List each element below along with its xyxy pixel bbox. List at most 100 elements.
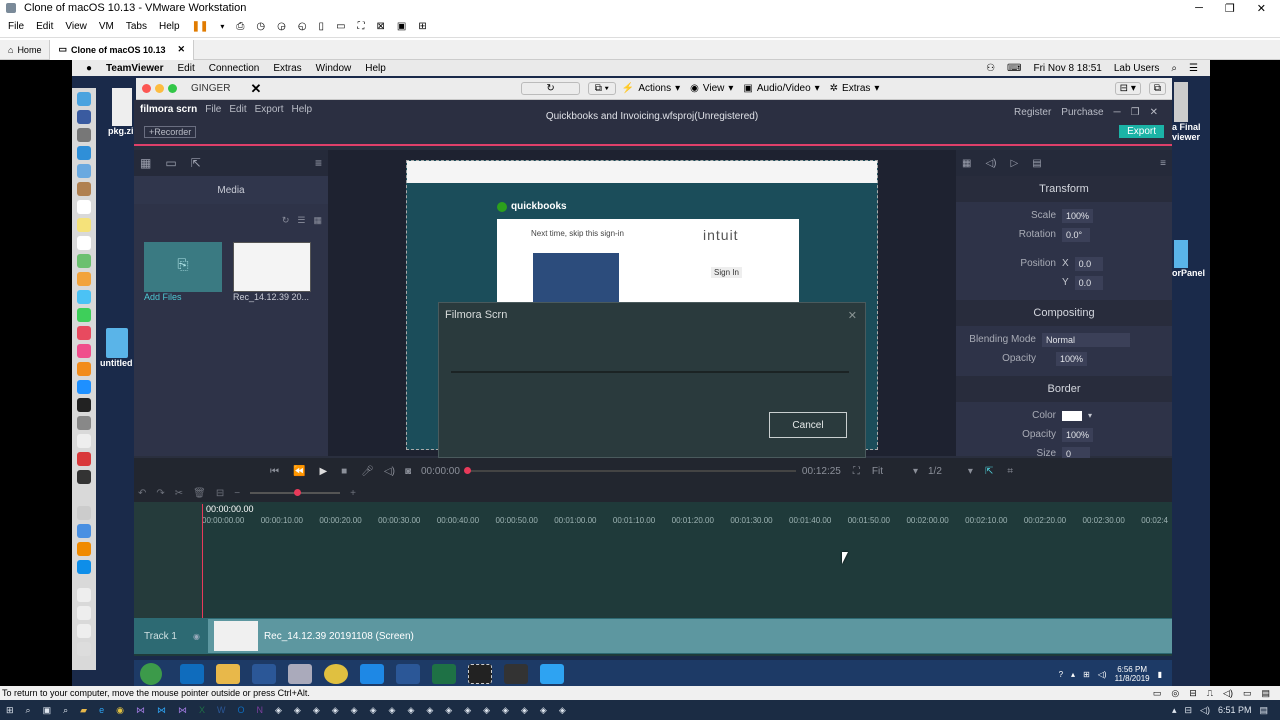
keyboard-icon[interactable]: ⌨ — [1007, 63, 1021, 74]
app-icon[interactable]: ◈ — [370, 705, 377, 716]
appstore-icon[interactable] — [77, 380, 91, 394]
tray-up-icon[interactable]: ▴ — [1071, 670, 1075, 679]
sound-icon[interactable]: ◁) — [1223, 688, 1233, 699]
app-icon[interactable]: ◈ — [502, 705, 509, 716]
file-icon[interactable] — [77, 588, 91, 602]
skip-back-icon[interactable]: ⏮ — [270, 466, 279, 477]
launchpad-icon[interactable] — [77, 128, 91, 142]
app-icon[interactable]: ◈ — [521, 705, 528, 716]
chevron-down-icon[interactable]: ▾ — [1088, 411, 1092, 420]
send-ctrl-alt-del-icon[interactable]: ⎙ — [236, 21, 244, 32]
apple-icon[interactable]: ● — [86, 63, 92, 74]
unity-icon[interactable]: ⊠ — [377, 21, 385, 32]
view-options-icon[interactable]: ⊞ — [418, 21, 426, 32]
zoom-in-icon[interactable]: + — [350, 488, 356, 499]
guest-clock[interactable]: 6:56 PM 11/8/2019 — [1115, 665, 1150, 683]
datetime[interactable]: Fri Nov 8 18:51 — [1033, 63, 1101, 74]
mac-menu-connection[interactable]: Connection — [209, 63, 260, 74]
search-icon[interactable]: ⌕ — [26, 705, 31, 716]
cd-icon[interactable]: ◎ — [1171, 688, 1179, 699]
close-icon[interactable]: ✕ — [1257, 2, 1266, 15]
zoom-slider[interactable] — [250, 489, 341, 496]
menu-help[interactable]: Help — [159, 21, 180, 32]
minimize-dot-icon[interactable] — [155, 84, 164, 93]
vivaldi-icon[interactable] — [77, 452, 91, 466]
user-name[interactable]: Lab Users — [1114, 63, 1160, 74]
zoom-handle[interactable] — [294, 489, 302, 496]
annotation-tab-icon[interactable]: ▤ — [1032, 158, 1041, 169]
refresh-icon[interactable]: ↻ — [282, 215, 290, 226]
grid-view-icon[interactable]: ▦ — [313, 215, 322, 226]
network-icon[interactable]: ⊞ — [1083, 670, 1090, 679]
add-files-tile[interactable]: ⎘ — [144, 242, 222, 292]
tab-home[interactable]: ⌂ Home — [0, 39, 51, 60]
vs-icon[interactable]: ⋈ — [136, 705, 145, 716]
recording-thumbnail[interactable] — [233, 242, 311, 292]
desktop-icon-pkg[interactable]: pkg.zi — [108, 88, 136, 148]
mic-icon[interactable]: 🎤︎ — [361, 466, 374, 477]
contacts-icon[interactable] — [77, 182, 91, 196]
timeline-ruler[interactable]: 00:00:00.00 00:00:00.00 00:00:10.00 00:0… — [202, 502, 1168, 530]
speaker-icon[interactable]: ◁) — [1200, 705, 1210, 716]
collapse-icon[interactable]: ⇱ — [985, 466, 993, 477]
host-time[interactable]: 6:51 PM — [1218, 705, 1252, 715]
menu-tabs[interactable]: Tabs — [126, 21, 147, 32]
word-icon[interactable] — [396, 664, 420, 684]
chevron-down-icon[interactable]: ▾ — [913, 466, 918, 477]
mac-menu-extras[interactable]: Extras — [273, 63, 301, 74]
app-icon[interactable]: ◈ — [445, 705, 452, 716]
document-icon[interactable] — [77, 624, 91, 638]
vs-icon[interactable]: ⋈ — [178, 705, 187, 716]
dropdown-icon[interactable]: ▾ — [220, 22, 224, 31]
terminal-icon[interactable] — [77, 398, 91, 412]
books-icon[interactable] — [77, 362, 91, 376]
edge-icon[interactable]: e — [99, 705, 104, 715]
mail-icon[interactable] — [77, 164, 91, 178]
console-icon[interactable]: ▣ — [397, 21, 406, 32]
news-icon[interactable] — [77, 326, 91, 340]
snipping-icon[interactable] — [468, 664, 492, 684]
app-icon[interactable]: ◈ — [559, 705, 566, 716]
thumbnail-icon[interactable]: ▭ — [336, 21, 345, 32]
tab-close-icon[interactable]: ✕ — [178, 44, 186, 55]
minimize-icon[interactable]: ─ — [1114, 107, 1121, 118]
actions-menu[interactable]: ⚡ Actions ▾ — [622, 83, 680, 94]
facetime-icon[interactable] — [77, 308, 91, 322]
export-button[interactable]: Export — [1119, 125, 1164, 138]
menu-vm[interactable]: VM — [99, 21, 114, 32]
app-icon[interactable]: ◈ — [332, 705, 339, 716]
mac-menu-edit[interactable]: Edit — [178, 63, 195, 74]
app-icon[interactable]: ◈ — [540, 705, 547, 716]
notes-icon[interactable] — [77, 218, 91, 232]
notification-icon[interactable]: ▤ — [1259, 705, 1268, 716]
preferences-icon[interactable] — [77, 416, 91, 430]
fullscreen-icon[interactable]: ⧉ — [1148, 82, 1166, 95]
messages-icon[interactable] — [77, 290, 91, 304]
blend-select[interactable]: Normal — [1042, 332, 1130, 347]
notification-icon[interactable]: ☰ — [1189, 63, 1198, 74]
caption-tab-icon[interactable]: ▭ — [165, 156, 176, 170]
start-icon[interactable] — [140, 663, 162, 685]
media-tab[interactable]: Media — [134, 176, 328, 204]
desktop-icon-panel[interactable]: orPanel — [1172, 240, 1208, 290]
windows-start-icon[interactable]: ⊞ — [6, 705, 14, 716]
spotlight-icon[interactable]: ⌕ — [1171, 63, 1177, 74]
app-icon[interactable]: ◈ — [275, 705, 282, 716]
volume-icon[interactable]: ◁) — [384, 466, 395, 477]
filmora-icon[interactable] — [504, 664, 528, 684]
vlc-icon[interactable] — [77, 542, 91, 556]
tab-clone-macos[interactable]: ▭ Clone of macOS 10.13 ✕ — [50, 39, 195, 60]
teamviewer-icon[interactable] — [77, 560, 91, 574]
word-icon[interactable] — [252, 664, 276, 684]
maps-icon[interactable] — [77, 254, 91, 268]
stop-icon[interactable]: ■ — [341, 466, 347, 477]
help-icon[interactable]: ? — [1059, 670, 1063, 679]
dialog-close-icon[interactable]: ✕ — [848, 309, 857, 322]
trash-icon[interactable] — [77, 642, 91, 656]
close-session-icon[interactable]: ✕ — [250, 81, 261, 97]
app-icon[interactable]: ◈ — [483, 705, 490, 716]
opacity-input[interactable]: 100% — [1056, 351, 1088, 366]
reminders-icon[interactable] — [77, 236, 91, 250]
step-back-icon[interactable]: ⏪ — [293, 466, 305, 477]
maximize-icon[interactable]: ❐ — [1131, 107, 1140, 118]
